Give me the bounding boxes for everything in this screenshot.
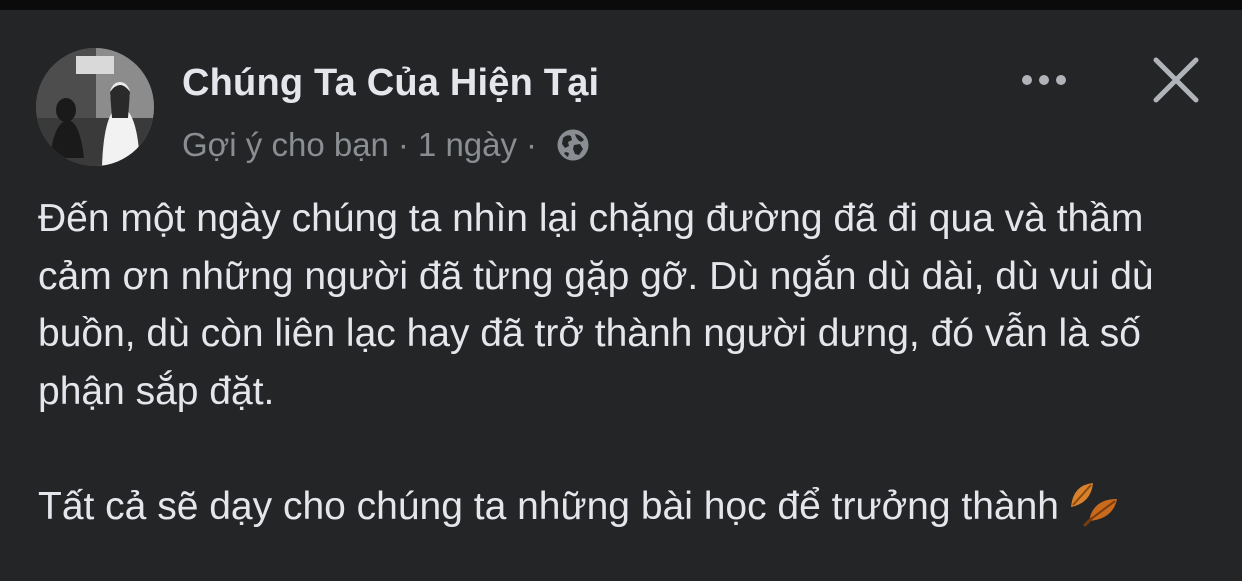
fallen-leaf-icon [1067,477,1123,544]
more-horizontal-icon [1022,75,1032,85]
post-paragraph: Đến một ngày chúng ta nhìn lại chặng đườ… [38,197,1154,413]
post-paragraph-text: Tất cả sẽ dạy cho chúng ta những bài học… [38,485,1059,528]
meta-separator: · [397,126,409,163]
post-paragraph: Tất cả sẽ dạy cho chúng ta những bài học… [38,477,1208,544]
suggested-label: Gợi ý cho bạn [182,126,389,163]
post-body: Đến một ngày chúng ta nhìn lại chặng đườ… [38,190,1208,544]
more-horizontal-icon [1056,75,1066,85]
post-card: Chúng Ta Của Hiện Tại Gợi ý cho bạn · 1 … [0,10,1242,581]
more-horizontal-icon [1039,75,1049,85]
close-button[interactable] [1148,52,1204,108]
globe-icon [556,128,590,162]
page-avatar[interactable] [36,48,154,166]
close-icon [1153,57,1199,103]
post-meta: Gợi ý cho bạn · 1 ngày · [182,126,590,164]
page-name[interactable]: Chúng Ta Của Hiện Tại [182,62,599,105]
more-options-button[interactable] [1012,60,1076,100]
meta-separator: · [526,126,538,163]
post-time[interactable]: 1 ngày [418,126,517,164]
